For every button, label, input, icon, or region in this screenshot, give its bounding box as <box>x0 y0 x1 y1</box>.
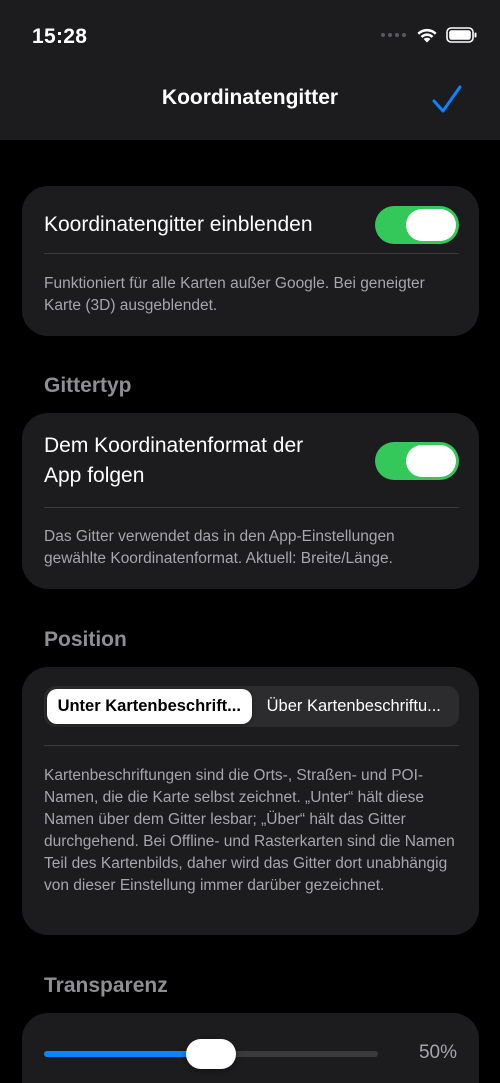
position-card: Unter Kartenbeschrift... Über Kartenbesc… <box>22 667 479 935</box>
grid-type-card: Dem Koordinatenformat der App folgen Das… <box>22 413 479 589</box>
segment-below-labels[interactable]: Unter Kartenbeschrift... <box>47 689 252 724</box>
battery-icon <box>446 27 477 43</box>
position-header: Position <box>44 628 127 651</box>
status-time: 15:28 <box>32 25 88 48</box>
transparency-card: 50% <box>22 1013 479 1083</box>
checkmark-icon[interactable] <box>430 83 464 117</box>
position-footnote: Kartenbeschriftungen sind die Orts-, Str… <box>44 767 455 894</box>
show-grid-footnote: Funktioniert für alle Karten außer Googl… <box>44 275 425 314</box>
grid-type-header: Gittertyp <box>44 374 132 397</box>
position-segmented-control: Unter Kartenbeschrift... Über Kartenbesc… <box>44 686 459 727</box>
show-grid-row: Koordinatengitter einblenden <box>44 206 459 244</box>
transparency-slider[interactable] <box>44 1039 378 1069</box>
transparency-value: 50% <box>418 1042 457 1063</box>
wifi-icon <box>417 28 437 43</box>
show-grid-toggle[interactable] <box>375 206 459 244</box>
grid-type-label-line2: App folgen <box>44 464 145 487</box>
page-title: Koordinatengitter <box>161 86 339 109</box>
slider-thumb[interactable] <box>186 1039 236 1069</box>
cellular-signal-icon <box>381 33 406 37</box>
grid-type-footnote: Das Gitter verwendet das in den App-Eins… <box>44 528 395 567</box>
grid-type-row: Dem Koordinatenformat der App folgen <box>44 431 459 491</box>
divider <box>44 745 459 746</box>
navigation-bar: Koordinatengitter <box>0 70 500 140</box>
transparency-header: Transparenz <box>44 974 168 997</box>
grid-type-label: Dem Koordinatenformat der App folgen <box>44 431 303 491</box>
show-grid-card: Koordinatengitter einblenden Funktionier… <box>22 186 479 336</box>
divider <box>44 507 459 508</box>
status-icons <box>381 27 478 43</box>
divider <box>44 253 459 254</box>
grid-type-label-line1: Dem Koordinatenformat der <box>44 434 304 457</box>
segment-above-labels[interactable]: Über Kartenbeschriftu... <box>252 689 457 724</box>
follow-app-format-toggle[interactable] <box>375 442 459 480</box>
status-bar: 15:28 <box>0 0 500 70</box>
show-grid-label: Koordinatengitter einblenden <box>44 213 313 236</box>
